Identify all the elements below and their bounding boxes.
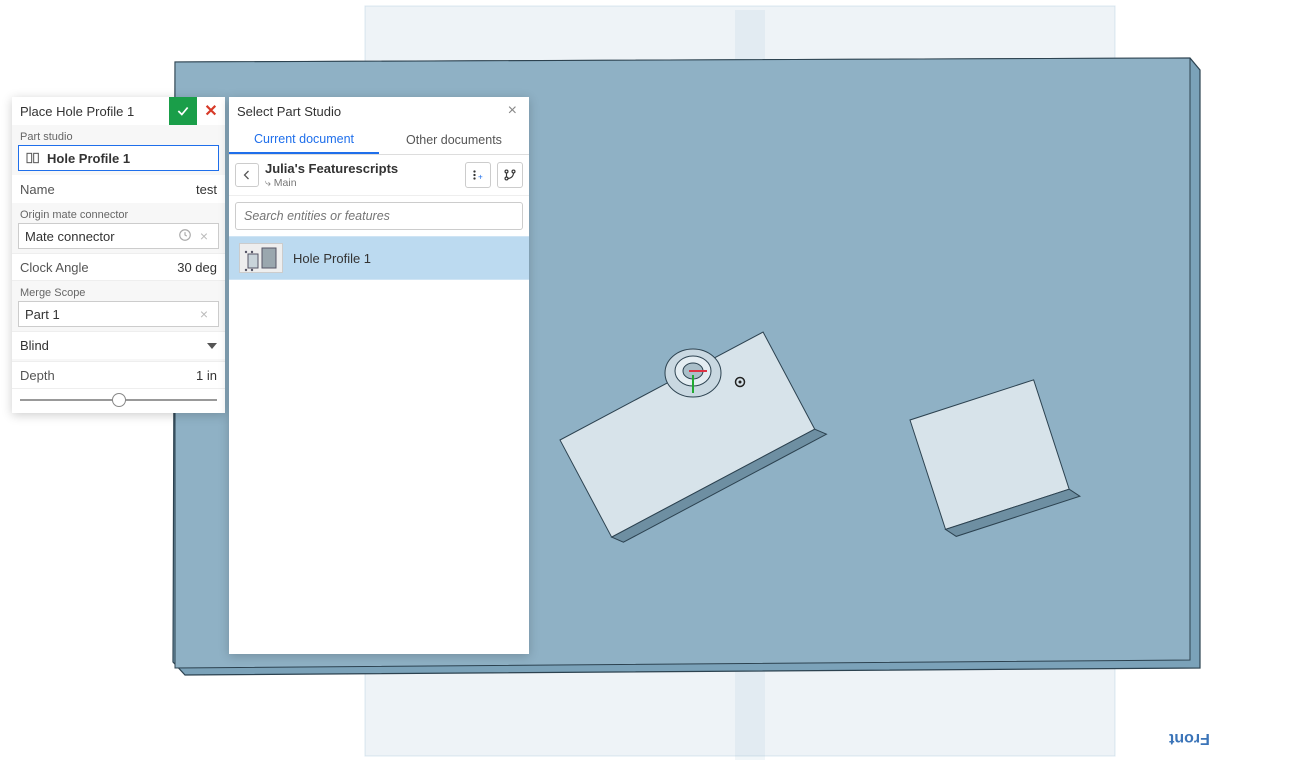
feature-dialog-title: Place Hole Profile 1 [12,97,169,125]
clock-angle-value[interactable]: 30 deg [177,260,217,275]
part-studio-item-label: Hole Profile 1 [293,251,371,266]
history-icon[interactable] [178,228,192,245]
svg-text:+: + [478,173,483,182]
part-studio-icon [25,150,41,166]
depth-value[interactable]: 1 in [196,368,217,383]
tab-current-document[interactable]: Current document [229,125,379,154]
breadcrumb-back-button[interactable] [235,163,259,187]
confirm-button[interactable] [169,97,197,125]
insert-config-button[interactable]: + [465,162,491,188]
part-studio-label: Part studio [12,125,225,145]
part-studio-list-item[interactable]: Hole Profile 1 [229,236,529,280]
branch-button[interactable] [497,162,523,188]
depth-slider[interactable] [12,389,225,413]
name-label: Name [20,182,196,197]
select-part-studio-dialog: Select Part Studio × Current document Ot… [229,97,529,654]
merge-scope-value: Part 1 [25,307,196,322]
feature-dialog: Place Hole Profile 1 ✕ Part studio Hole … [12,97,225,413]
cancel-button[interactable]: ✕ [197,97,225,125]
origin-mate-value: Mate connector [25,229,178,244]
breadcrumb-sub: ⤷ Main [265,177,459,190]
select-dialog-title: Select Part Studio [237,104,341,119]
search-field[interactable] [235,202,523,230]
part-studio-field[interactable]: Hole Profile 1 [18,145,219,171]
name-value[interactable]: test [196,182,217,197]
tab-other-documents[interactable]: Other documents [379,125,529,154]
end-type-value: Blind [20,338,49,353]
search-input[interactable] [244,209,514,223]
clock-angle-label: Clock Angle [20,260,177,275]
depth-label: Depth [20,368,196,383]
clear-merge-button[interactable]: × [196,306,212,322]
origin-mate-field[interactable]: Mate connector × [18,223,219,249]
merge-scope-label: Merge Scope [12,281,225,301]
merge-scope-field[interactable]: Part 1 × [18,301,219,327]
breadcrumb: Julia's Featurescripts ⤷ Main [265,161,459,189]
part-studio-value: Hole Profile 1 [47,151,212,166]
breadcrumb-title: Julia's Featurescripts [265,161,459,177]
end-type-select[interactable]: Blind [12,331,225,359]
chevron-down-icon [207,343,217,349]
clear-mate-button[interactable]: × [196,228,212,244]
part-studio-thumb-icon [239,243,283,273]
view-label-front: Front [1169,729,1210,747]
close-dialog-button[interactable]: × [504,102,521,120]
origin-mate-label: Origin mate connector [12,203,225,223]
